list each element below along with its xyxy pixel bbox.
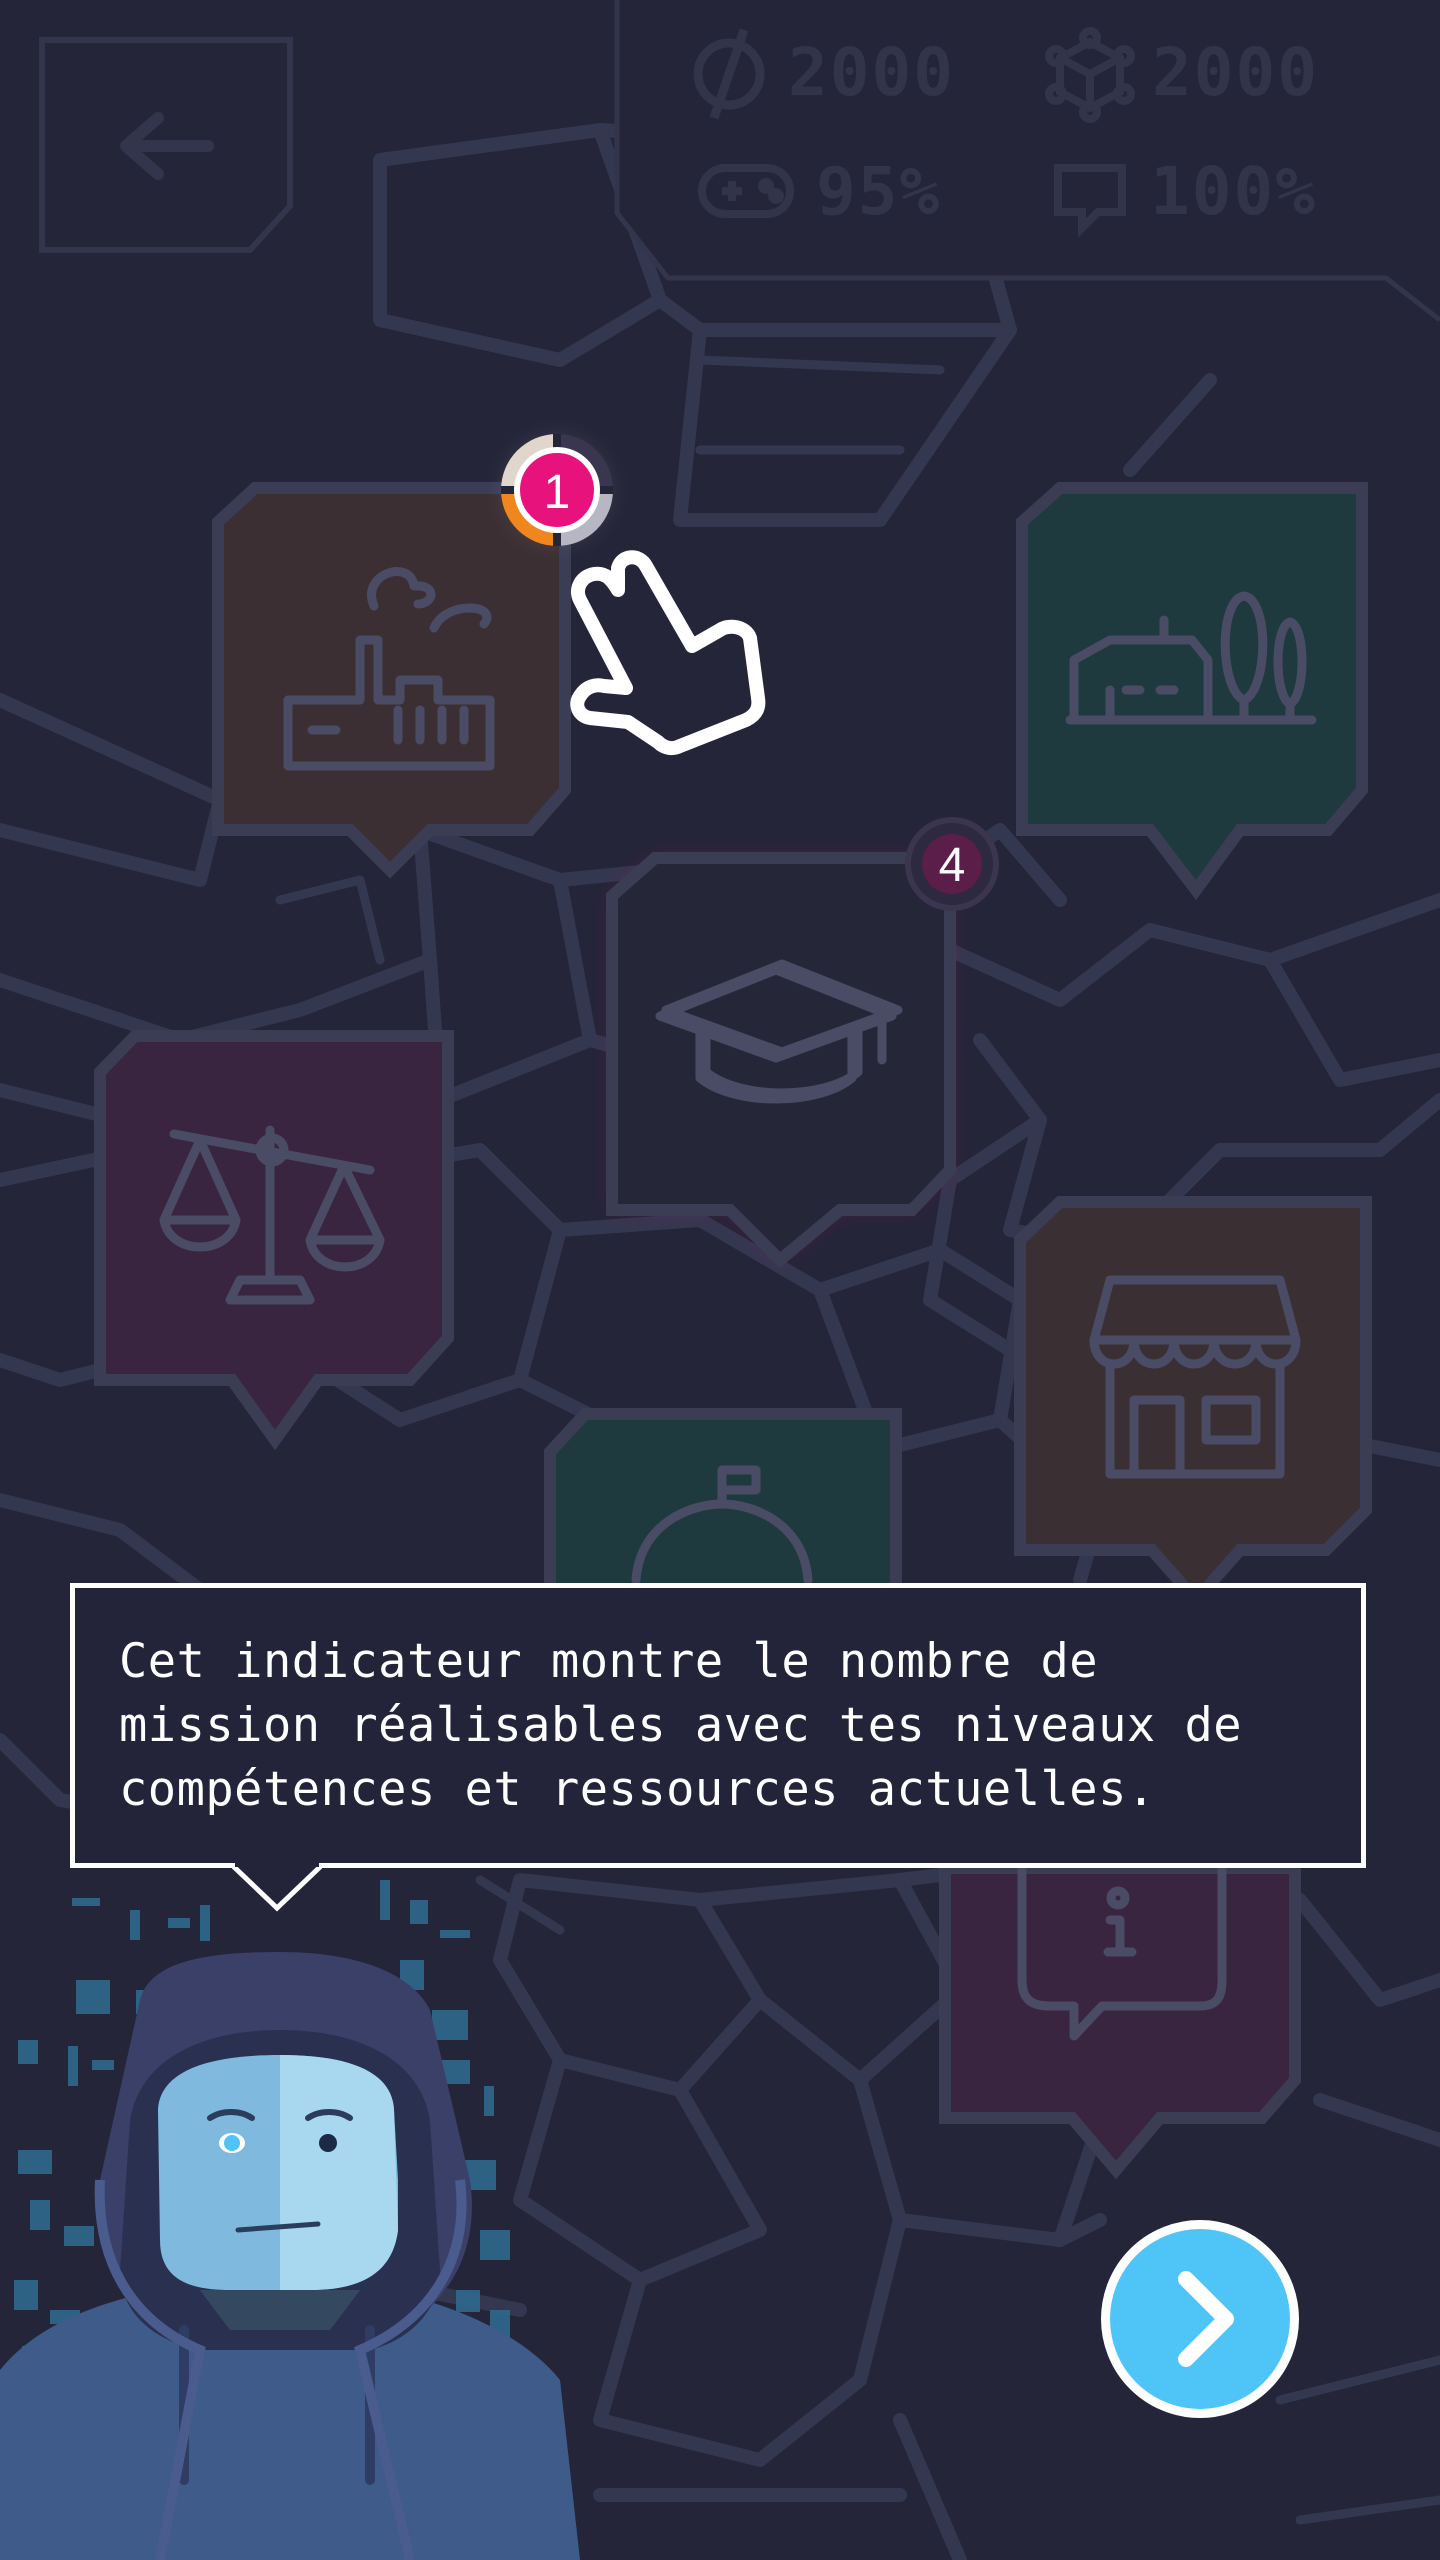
hacker-avatar (0, 1880, 580, 2560)
map-pin-shop[interactable] (1014, 1196, 1372, 1610)
tutorial-text-line-2: mission réalisables avec tes niveaux de (119, 1698, 1243, 1753)
tutorial-text-line-1: Cet indicateur montre le nombre de (119, 1634, 1099, 1689)
data-value: 2000 (1152, 34, 1319, 111)
mission-count-badge-highlighted[interactable]: 1 (501, 434, 613, 546)
chat-stat-value: 100% (1150, 153, 1317, 230)
map-pin-factory[interactable] (212, 482, 571, 879)
game-map-screen: 2000 2000 95% 100% 4 1 (0, 0, 1440, 2560)
game-stat-value: 95% (816, 153, 941, 230)
map-pin-hotel[interactable] (544, 1408, 902, 1606)
next-button[interactable] (1101, 2220, 1299, 2418)
coins-value: 2000 (788, 34, 955, 111)
back-button[interactable] (39, 37, 293, 253)
mission-count-badge-school: 4 (905, 817, 999, 911)
tutorial-text-line-3: compétences et ressources actuelles. (119, 1762, 1156, 1817)
pointing-hand-icon (570, 550, 766, 756)
cube-network-icon (1045, 27, 1135, 123)
tutorial-dialog: Cet indicateur montre le nombre de missi… (70, 1583, 1366, 1868)
chevron-right-icon (1178, 2271, 1234, 2367)
map-pin-info[interactable] (939, 1855, 1301, 2180)
map-pin-house[interactable] (1016, 482, 1368, 901)
hud-panel: 2000 2000 95% 100% (614, 0, 1440, 322)
badge-count-text: 4 (939, 839, 966, 892)
map-pin-school[interactable] (606, 852, 956, 1269)
tutorial-dialog-tail (232, 1863, 322, 1912)
badge-count-text: 1 (544, 466, 571, 519)
map-pin-justice[interactable] (94, 1030, 454, 1451)
